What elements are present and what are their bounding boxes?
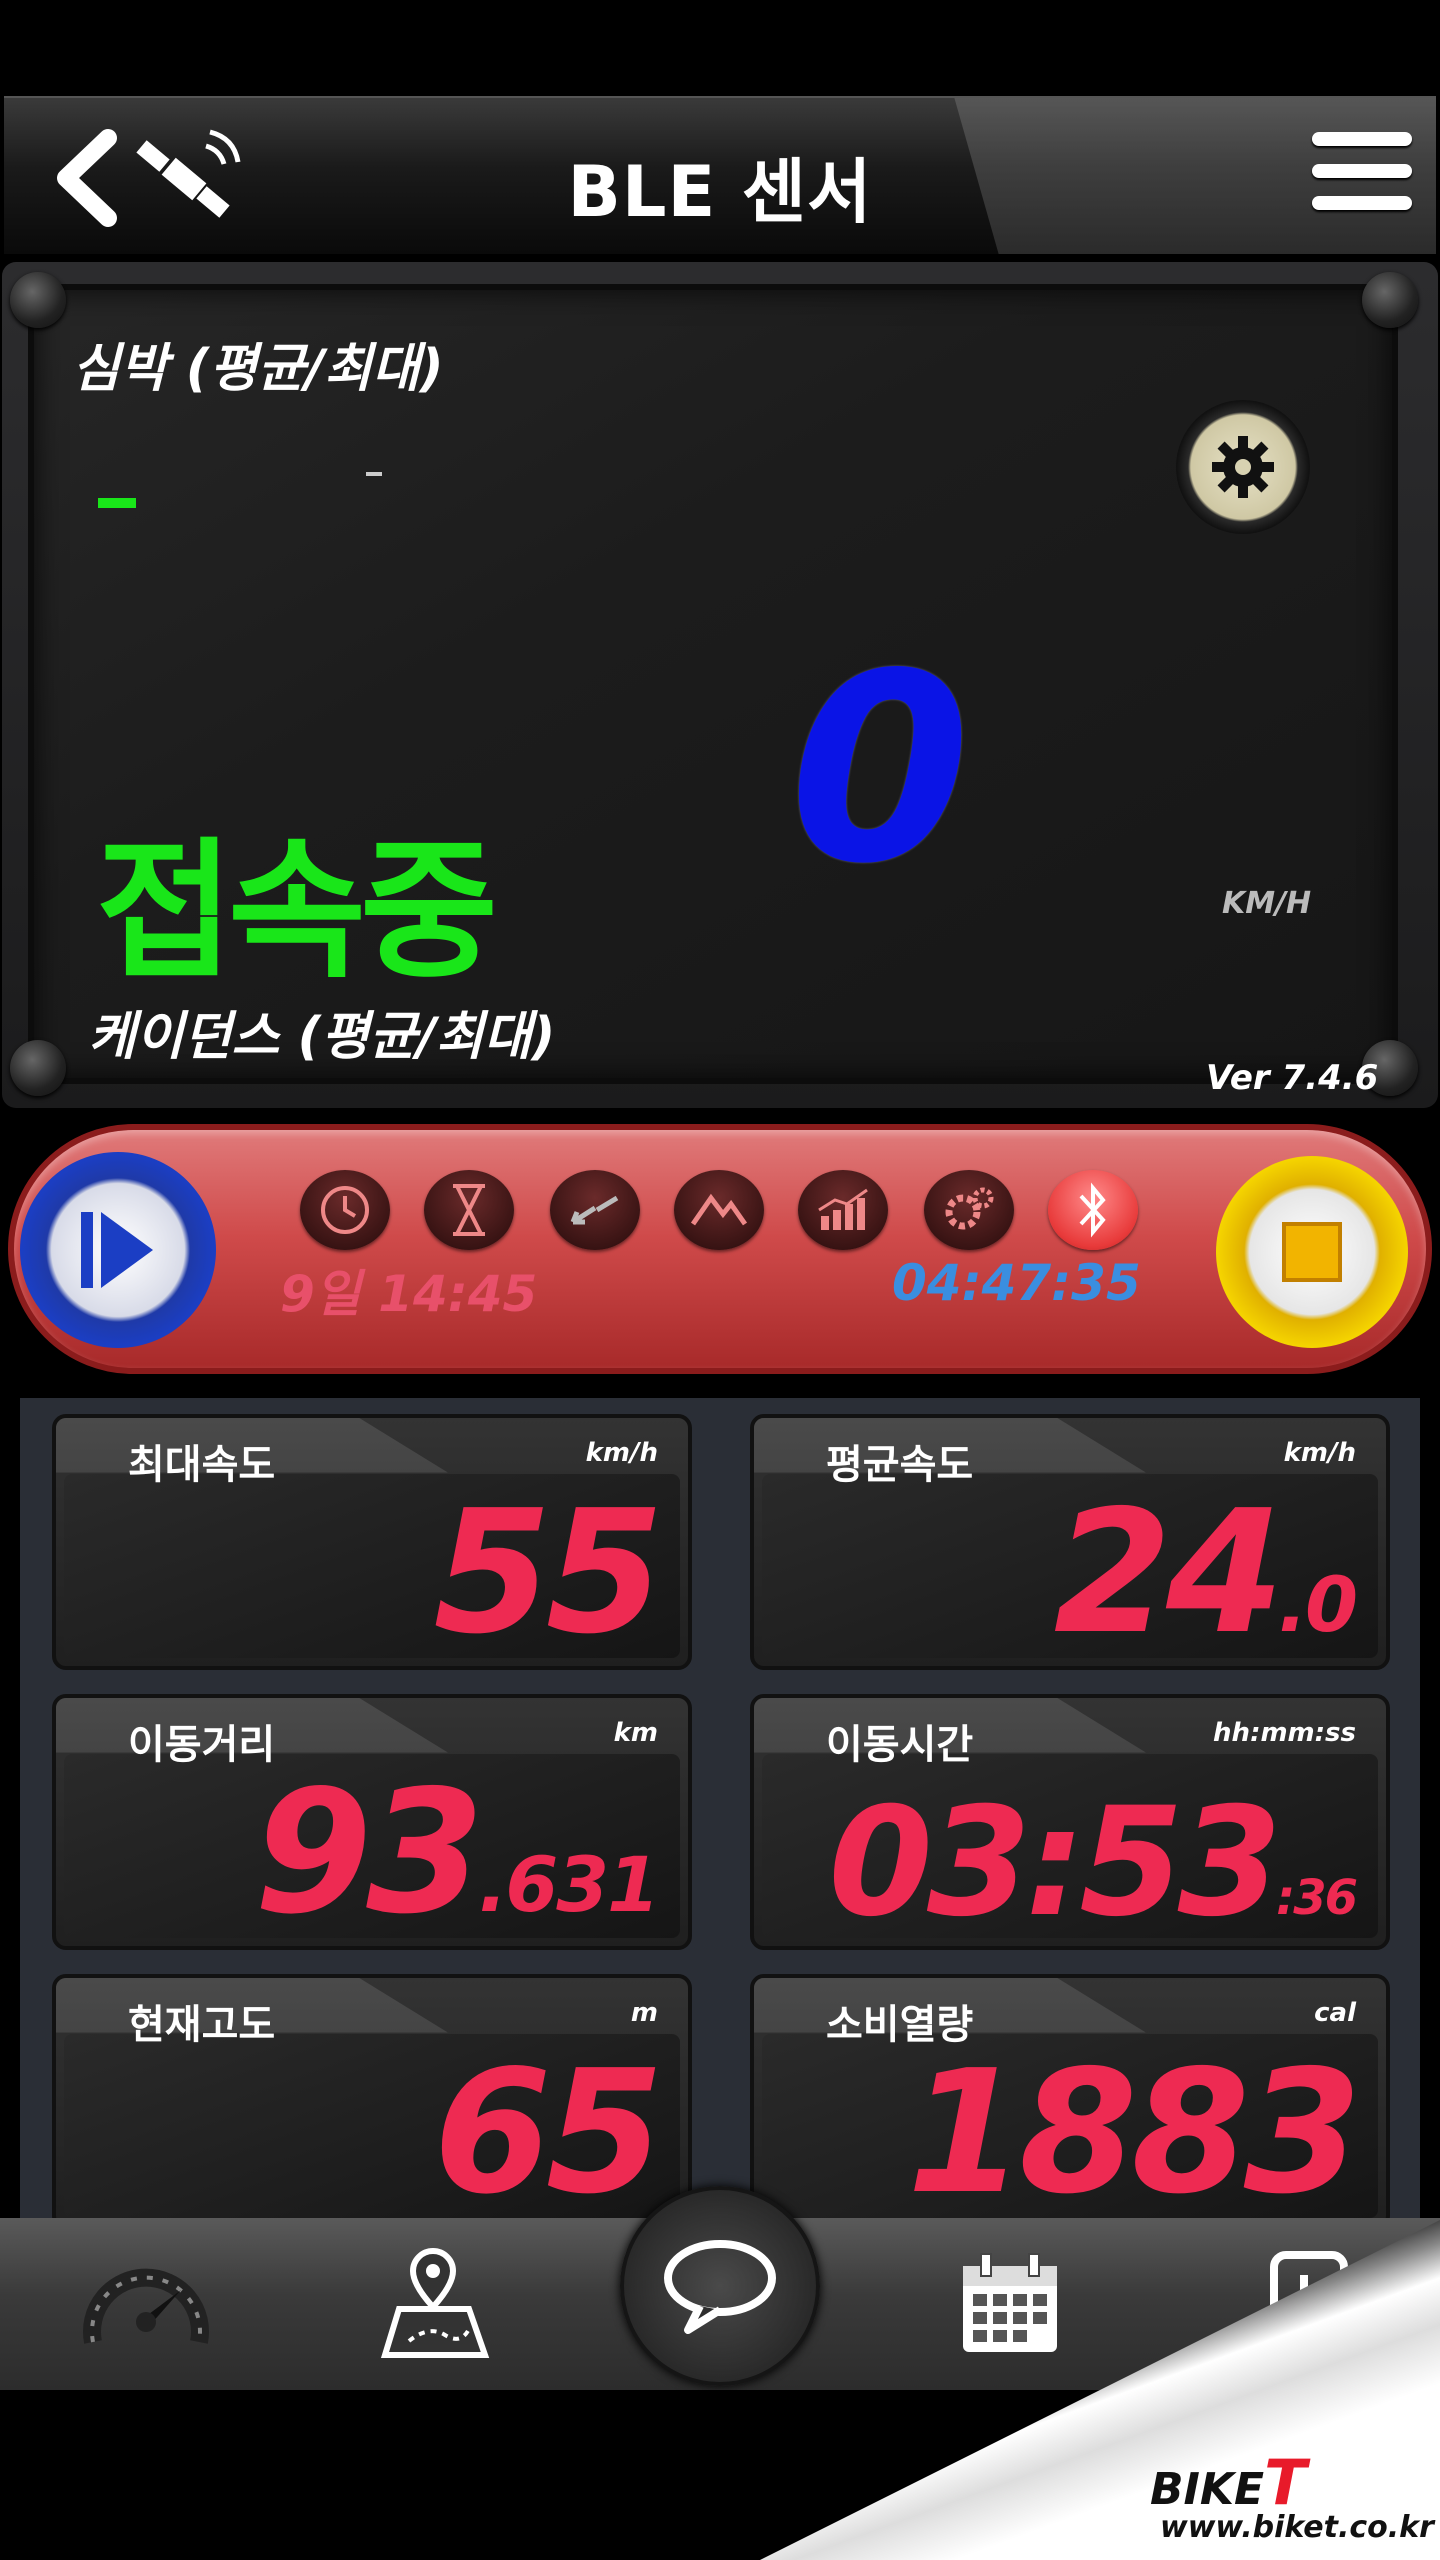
calendar-icon bbox=[963, 2253, 1057, 2352]
brand-logo: BIKET bbox=[1150, 2446, 1306, 2519]
play-button[interactable] bbox=[20, 1152, 216, 1348]
brand-prefix: BIKE bbox=[1150, 2464, 1265, 2515]
swap-button[interactable] bbox=[550, 1170, 640, 1250]
stat-value: 93.631 bbox=[254, 1768, 660, 1938]
stat-value: 65 bbox=[433, 2048, 664, 2218]
page-title: BLE 센서 bbox=[567, 151, 873, 233]
current-speed: 0 bbox=[789, 619, 971, 921]
stat-tile-max-speed: 최대속도 km/h 55 bbox=[52, 1414, 692, 1670]
nav-speedometer[interactable] bbox=[76, 2240, 216, 2370]
speed-unit: KM/H bbox=[1222, 886, 1312, 921]
stat-value-main: 1883 bbox=[906, 2034, 1362, 2230]
stat-value-main: 24 bbox=[1053, 1474, 1285, 1670]
stat-unit: km bbox=[613, 1718, 658, 1748]
speedometer-icon bbox=[83, 2268, 209, 2344]
connection-status: 접속중 bbox=[96, 825, 498, 999]
elapsed-timer: 04:47:35 bbox=[892, 1254, 1141, 1312]
stat-value-decimal: :36 bbox=[1276, 1870, 1358, 1926]
menu-line bbox=[1312, 164, 1412, 178]
stop-button[interactable] bbox=[1216, 1156, 1408, 1348]
stat-value-decimal: .0 bbox=[1278, 1560, 1358, 1649]
app-header: BLE 센서 bbox=[4, 96, 1436, 254]
chart-icon bbox=[818, 1188, 868, 1230]
chat-icon bbox=[664, 2240, 776, 2334]
stat-value-main: 65 bbox=[433, 2034, 664, 2230]
heart-rate-avg bbox=[98, 498, 136, 508]
cadence-label: 케이던스 (평균/최대) bbox=[88, 1007, 556, 1067]
chart-button[interactable] bbox=[798, 1170, 888, 1250]
settings-icon bbox=[945, 1187, 994, 1230]
clock-readout: 9일 14:45 bbox=[280, 1265, 538, 1323]
menu-line bbox=[1312, 196, 1412, 210]
mountain-icon bbox=[690, 1193, 748, 1226]
stat-value-main: 55 bbox=[433, 1474, 664, 1670]
stat-unit: km/h bbox=[1283, 1438, 1356, 1468]
brand-url: www.biket.co.kr bbox=[1160, 2510, 1434, 2545]
map-icon bbox=[380, 2247, 490, 2358]
stat-label: 이동시간 bbox=[826, 1722, 974, 1768]
swap-arrows-icon bbox=[570, 1195, 619, 1225]
stat-value: 03:53:36 bbox=[829, 1788, 1358, 1938]
stat-value-main: 03:53 bbox=[828, 1776, 1282, 1950]
hourglass-icon bbox=[453, 1184, 485, 1236]
heart-rate-label: 심박 (평균/최대) bbox=[72, 339, 444, 399]
hourglass-button[interactable] bbox=[424, 1170, 514, 1250]
screw-icon bbox=[10, 1040, 66, 1096]
stat-value-decimal: .631 bbox=[478, 1840, 660, 1929]
stat-tile-moving-time: 이동시간 hh:mm:ss 03:53:36 bbox=[750, 1694, 1390, 1950]
stat-unit: cal bbox=[1314, 1998, 1356, 2028]
stat-tile-calories: 소비열량 cal 1883 bbox=[750, 1974, 1390, 2230]
clock-icon bbox=[321, 1186, 369, 1234]
stat-tile-distance: 이동거리 km 93.631 bbox=[52, 1694, 692, 1950]
stop-icon bbox=[1282, 1222, 1342, 1282]
altitude-button[interactable] bbox=[674, 1170, 764, 1250]
stat-unit: km/h bbox=[585, 1438, 658, 1468]
clock-button[interactable] bbox=[300, 1170, 390, 1250]
stat-value: 55 bbox=[433, 1488, 664, 1658]
display-settings-button[interactable] bbox=[1176, 400, 1310, 534]
brand-suffix: T bbox=[1264, 2446, 1307, 2519]
stat-label: 현재고도 bbox=[128, 2002, 276, 2048]
play-icon bbox=[81, 1212, 153, 1288]
menu-line bbox=[1312, 132, 1412, 146]
bluetooth-button[interactable] bbox=[1048, 1170, 1138, 1250]
screw-icon bbox=[1362, 272, 1418, 328]
nav-calendar[interactable] bbox=[940, 2240, 1080, 2370]
nav-map[interactable] bbox=[364, 2240, 504, 2370]
heart-rate-max bbox=[366, 472, 382, 476]
stat-unit: m bbox=[630, 1998, 658, 2028]
stat-tile-altitude: 현재고도 m 65 bbox=[52, 1974, 692, 2230]
stat-unit: hh:mm:ss bbox=[1213, 1718, 1356, 1748]
stat-label: 최대속도 bbox=[128, 1442, 276, 1488]
stat-label: 평균속도 bbox=[826, 1442, 974, 1488]
gear-icon bbox=[1212, 436, 1274, 498]
version-text: Ver 7.4.6 bbox=[1206, 1058, 1379, 1098]
stat-value-main: 93 bbox=[253, 1754, 485, 1950]
bluetooth-icon bbox=[1079, 1182, 1106, 1238]
menu-button[interactable] bbox=[1312, 132, 1412, 222]
screw-icon bbox=[10, 272, 66, 328]
stat-tile-avg-speed: 평균속도 km/h 24.0 bbox=[750, 1414, 1390, 1670]
stat-value: 24.0 bbox=[1054, 1488, 1358, 1658]
stat-value: 1883 bbox=[907, 2048, 1362, 2218]
settings-button[interactable] bbox=[924, 1170, 1014, 1250]
